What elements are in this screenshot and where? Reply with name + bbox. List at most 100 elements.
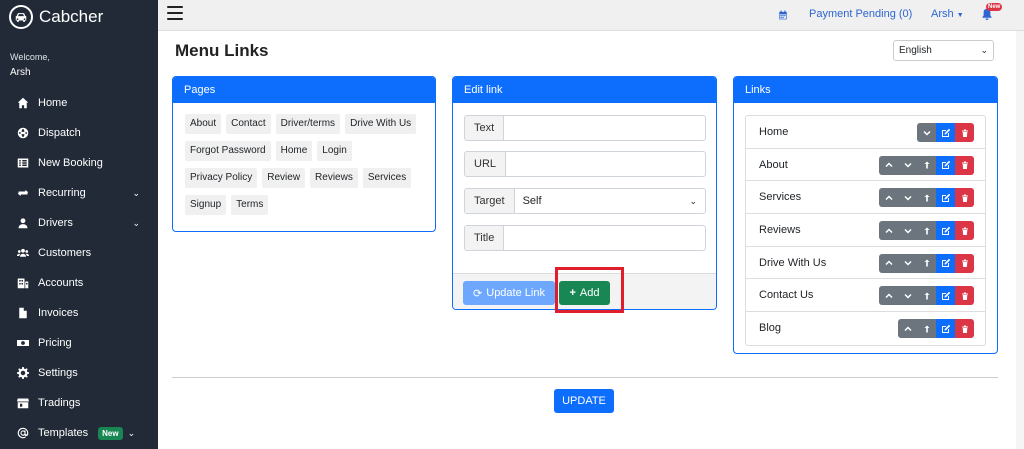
repeat-icon [16,186,30,200]
store-icon [16,396,30,410]
page-tag[interactable]: Reviews [310,168,358,188]
page-tag[interactable]: Login [317,141,352,161]
edit-icon[interactable] [936,188,955,208]
page-tag[interactable]: Drive With Us [345,114,417,134]
target-select-value: Self [522,195,542,207]
trash-icon[interactable] [955,286,974,306]
sidebar-item-home[interactable]: Home [0,88,158,118]
link-row-label: Home [759,125,789,138]
page-tags: About Contact Driver/terms Drive With Us… [173,103,435,222]
links-list: Home About Services Reviews Drive With Us Con… [745,115,986,346]
link-row-label: Reviews [759,223,801,236]
sidebar-item-label: Pricing [38,337,72,349]
user-menu-label: Arsh [931,8,954,20]
chevron-down-icon: ⌄ [132,187,140,198]
sidebar-item-settings[interactable]: Settings [0,358,158,388]
title-input[interactable] [504,226,705,250]
user-menu[interactable]: Arsh ▼ [931,8,964,20]
chevron-up-icon[interactable] [879,221,898,241]
link-row-actions [898,319,974,339]
chevron-down-icon[interactable] [898,155,917,175]
page-tag[interactable]: Terms [231,195,269,215]
brand[interactable]: Cabcher [0,0,158,34]
link-row-actions [879,188,974,208]
trash-icon[interactable] [955,319,974,339]
edit-icon[interactable] [936,221,955,241]
trash-icon[interactable] [955,123,974,142]
edit-icon[interactable] [936,123,955,142]
payment-pending-link[interactable]: Payment Pending (0) [809,8,912,20]
welcome-text: Welcome, [10,52,50,62]
target-select[interactable]: Self ⌄ [515,189,705,213]
language-select[interactable]: English ⌄ [893,40,994,61]
hamburger-menu-icon[interactable] [167,6,183,20]
update-button[interactable]: UPDATE [554,389,614,413]
links-card-header: Links [734,77,997,103]
sidebar-item-label: Customers [38,247,92,259]
link-row-label: Contact Us [759,289,814,302]
level-up-icon[interactable] [917,221,936,241]
sidebar-item-dispatch[interactable]: Dispatch [0,118,158,148]
level-up-icon[interactable] [917,253,936,273]
page-tag[interactable]: Contact [226,114,271,134]
text-input[interactable] [504,116,705,140]
sidebar-item-new-booking[interactable]: New Booking [0,148,158,178]
chevron-down-icon[interactable] [898,253,917,273]
sidebar-item-pricing[interactable]: Pricing [0,328,158,358]
page-tag[interactable]: Driver/terms [275,114,341,134]
trash-icon[interactable] [955,188,974,208]
trash-icon[interactable] [955,253,974,273]
money-icon [16,336,30,350]
sidebar-item-recurring[interactable]: Recurring ⌄ [0,178,158,208]
chevron-up-icon[interactable] [879,155,898,175]
level-up-icon[interactable] [917,286,936,306]
link-row-actions [917,123,974,142]
scrollbar[interactable] [1016,31,1024,449]
level-up-icon[interactable] [917,155,936,175]
language-value: English [899,45,932,56]
trash-icon[interactable] [955,155,974,175]
link-row-actions [879,221,974,241]
sidebar-item-accounts[interactable]: Accounts [0,268,158,298]
sidebar-item-customers[interactable]: Customers [0,238,158,268]
sidebar-nav: Home Dispatch New Booking Recurring ⌄ Dr… [0,88,158,448]
sidebar-item-label: Tradings [38,397,81,409]
sidebar-item-invoices[interactable]: Invoices [0,298,158,328]
page-tag[interactable]: Services [362,168,412,188]
update-link-button[interactable]: ⟳ Update Link [463,281,555,305]
page-tag[interactable]: Home [275,141,313,161]
edit-icon[interactable] [936,319,955,339]
chevron-down-icon[interactable] [917,123,936,142]
page-tag[interactable]: Signup [185,195,227,215]
level-up-icon[interactable] [917,188,936,208]
link-row: Blog [746,312,985,345]
sidebar-item-label: Dispatch [38,127,81,139]
sidebar-item-tradings[interactable]: Tradings [0,388,158,418]
page-tag[interactable]: Forgot Password [185,141,271,161]
chevron-up-icon[interactable] [879,253,898,273]
chevron-down-icon[interactable] [898,221,917,241]
calendar-icon[interactable] [778,9,788,20]
page-tag[interactable]: Privacy Policy [185,168,258,188]
sidebar-item-templates[interactable]: Templates New ⌄ [0,418,158,448]
edit-icon[interactable] [936,155,955,175]
trash-icon[interactable] [955,221,974,241]
level-up-icon[interactable] [917,319,936,339]
link-row: Contact Us [746,279,985,313]
edit-icon[interactable] [936,253,955,273]
chevron-down-icon[interactable] [898,286,917,306]
page-tag[interactable]: Review [262,168,306,188]
sidebar-username: Arsh [10,67,31,78]
chevron-down-icon[interactable] [898,188,917,208]
edit-icon[interactable] [936,286,955,306]
url-input[interactable] [506,152,705,176]
chevron-up-icon[interactable] [898,319,917,339]
link-row-label: Blog [759,322,782,335]
page-tag[interactable]: About [185,114,222,134]
refresh-icon: ⟳ [473,287,483,300]
chevron-up-icon[interactable] [879,286,898,306]
chevron-up-icon[interactable] [879,188,898,208]
globe-icon [16,126,30,140]
sidebar-item-label: Settings [38,367,78,379]
sidebar-item-drivers[interactable]: Drivers ⌄ [0,208,158,238]
